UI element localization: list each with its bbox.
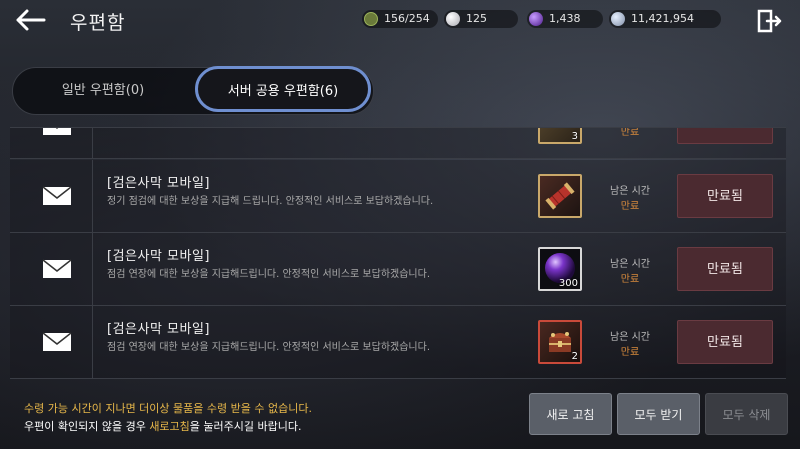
tab-normal-mailbox[interactable]: 일반 우편함(0) [13,68,193,114]
remaining-time-value: 만료 [620,201,640,212]
reward-item-slot[interactable]: 300 [538,247,582,291]
delete-all-button[interactable]: 모두 삭제 [705,393,788,435]
energy-icon [364,12,378,26]
mail-row[interactable]: [검은사막 모바일] 점검 연장에 대한 보상을 지급해드립니다. 안정적인 서… [10,306,786,379]
reward-item-slot[interactable] [538,174,582,218]
envelope-icon [43,128,71,135]
reward-item-slot[interactable]: 2 [538,320,582,364]
resource-energy-value: 156/254 [384,12,430,25]
mail-row[interactable]: [검은사막 모바일] 점검 연장에 대한 보상을 지급해드립니다. 안정적인 서… [10,233,786,306]
resource-silver-value: 11,421,954 [631,12,694,25]
exit-icon[interactable] [756,8,782,34]
reward-item-slot[interactable]: 3 [538,128,582,144]
envelope-icon [42,259,72,278]
remaining-time-value: 만료 [620,274,640,285]
refresh-notice: 우편이 확인되지 않을 경우 새로고침을 눌러주시길 바랍니다. [24,418,302,434]
purple-orb-icon [529,12,543,26]
remaining-time-label: 남은 시간 [610,259,650,270]
mail-message: 정기 점검에 대한 보상을 지급해 드립니다. 안정적인 서비스로 보답하겠습니… [107,196,434,207]
row-divider [92,160,93,232]
envelope-icon [42,186,72,205]
resource-purple-orb-value: 1,438 [549,12,581,25]
resource-energy: 156/254 [362,10,438,28]
row-divider [92,128,93,158]
mail-message: 점검 연장에 대한 보상을 지급해드립니다. 안정적인 서비스로 보답하겠습니다… [107,342,431,353]
item-quantity: 3 [571,131,578,142]
page-title: 우편함 [70,12,126,34]
red-scroll-icon [545,182,575,210]
mail-sender: [검은사막 모바일] [107,322,210,337]
envelope-icon [42,332,72,351]
resource-purple-orb: 1,438 [527,10,603,28]
back-arrow-icon[interactable] [14,8,46,32]
receive-all-button[interactable]: 모두 받기 [617,393,700,435]
row-divider [92,306,93,378]
mail-list[interactable]: 3 만료 [검은사막 모바일] 정기 점검에 대한 보상을 지급해 드립니다. … [10,127,786,380]
mail-message: 점검 연장에 대한 보상을 지급해드립니다. 안정적인 서비스로 보답하겠습니다… [107,269,431,280]
mail-row-partial[interactable]: 3 만료 [10,127,786,159]
expired-button[interactable]: 만료됨 [677,320,773,364]
refresh-notice-highlight: 새로고침 [149,420,190,433]
pearl-icon [446,12,460,26]
tab-server-mailbox[interactable]: 서버 공용 우편함(6) [195,66,371,112]
resource-silver: 11,421,954 [609,10,721,28]
expired-button[interactable]: 만료됨 [677,174,773,218]
refresh-notice-post: 을 눌러주시길 바랍니다. [189,420,302,433]
remaining-time-value: 만료 [620,127,640,138]
top-bar: 우편함 156/254 125 1,438 11,421,954 [0,0,800,40]
mail-row[interactable]: [검은사막 모바일] 정기 점검에 대한 보상을 지급해 드립니다. 안정적인 … [10,160,786,233]
mail-sender: [검은사막 모바일] [107,176,210,191]
resource-pearl: 125 [444,10,518,28]
refresh-notice-pre: 우편이 확인되지 않을 경우 [24,420,150,433]
remaining-time-label: 남은 시간 [610,332,650,343]
mailbox-tab-bar: 일반 우편함(0) 서버 공용 우편함(6) [12,66,374,115]
silver-coin-icon [611,12,625,26]
remaining-time-value: 만료 [620,347,640,358]
resource-pearl-value: 125 [466,12,487,25]
item-quantity: 2 [571,351,578,362]
expiry-notice: 수령 가능 시간이 지나면 더이상 물품을 수령 받을 수 없습니다. [24,402,312,415]
row-divider [92,233,93,305]
expired-button[interactable]: 만료됨 [677,247,773,291]
mail-sender: [검은사막 모바일] [107,249,210,264]
remaining-time-label: 남은 시간 [610,186,650,197]
item-quantity: 300 [558,278,578,289]
refresh-button[interactable]: 새로 고침 [529,393,612,435]
expired-button[interactable] [677,128,773,144]
